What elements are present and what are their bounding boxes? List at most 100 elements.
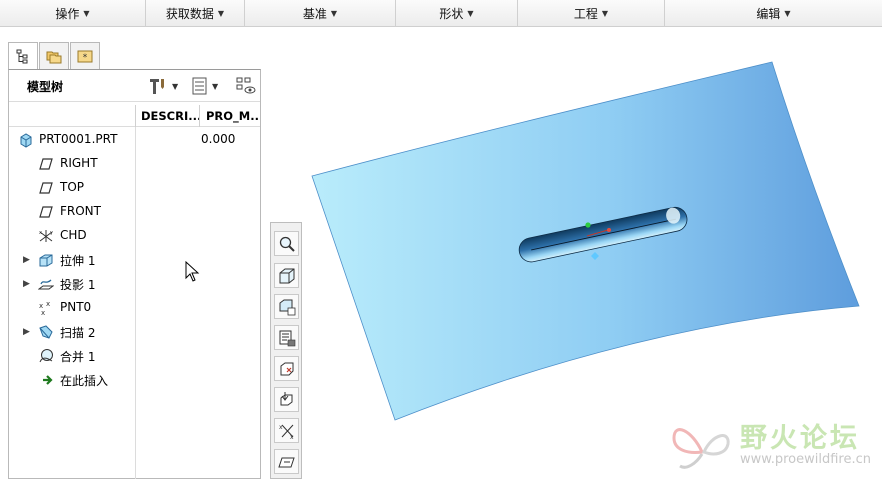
datum-axis-display-icon xyxy=(280,391,292,405)
navigator-tabs: * xyxy=(8,42,101,70)
saved-views-icon xyxy=(279,299,295,315)
tree-item-part[interactable]: PRT0001.PRT 0.000 xyxy=(9,128,260,152)
projected-curve-icon xyxy=(38,279,54,290)
tree-item-extrude[interactable]: ▶ 拉伸 1 xyxy=(9,248,260,272)
folder-browser-icon xyxy=(46,51,62,64)
tree-item-label: PRT0001.PRT xyxy=(39,132,118,146)
display-style-button[interactable] xyxy=(274,263,299,288)
tree-settings-button[interactable]: ▼ xyxy=(147,76,178,96)
view-toolbar: x x xyxy=(270,222,302,479)
part-icon xyxy=(20,133,32,148)
ribbon-group-label: 编辑 xyxy=(756,7,781,21)
ribbon-group-label: 基准 xyxy=(302,7,327,21)
svg-text:x: x xyxy=(46,300,50,308)
datum-plane-icon xyxy=(39,158,53,170)
chevron-down-icon: ▼ xyxy=(212,81,219,91)
extrude-icon xyxy=(39,254,53,267)
point-display-icon: x x xyxy=(279,424,294,440)
datum-plane-display-icon xyxy=(280,362,293,375)
chevron-down-icon: ▼ xyxy=(330,9,338,18)
ribbon-group-operations[interactable]: 操作 ▼ xyxy=(0,0,146,27)
expand-arrow-icon[interactable]: ▶ xyxy=(23,279,31,289)
show-list-icon xyxy=(192,77,207,95)
ribbon-group-editing[interactable]: 编辑 ▼ xyxy=(665,0,882,27)
tree-show-button[interactable]: ▼ xyxy=(191,76,218,96)
ribbon-group-bar: 操作 ▼ 获取数据 ▼ 基准 ▼ 形状 ▼ 工程 ▼ 编辑 ▼ xyxy=(0,0,882,27)
tree-item-right[interactable]: RIGHT xyxy=(9,152,260,176)
tree-item-projected[interactable]: ▶ 投影 1 xyxy=(9,272,260,296)
watermark-logo: 野火论坛 www.proewildfire.cn xyxy=(668,410,882,479)
favorites-icon: * xyxy=(77,50,93,63)
datum-point-icon: x x x xyxy=(39,300,50,316)
panel-title: 模型树 xyxy=(27,80,64,94)
datum-point-marker xyxy=(585,222,591,228)
saved-views-button[interactable] xyxy=(274,294,299,319)
sweep-icon xyxy=(39,325,53,339)
tab-favorites[interactable]: * xyxy=(70,42,100,69)
display-style-icon xyxy=(279,268,294,283)
csys-icon: x y xyxy=(39,230,53,242)
datum-plane-icon xyxy=(39,182,53,194)
tree-item-top[interactable]: TOP xyxy=(9,176,260,200)
tree-column-header: DESCRI... PRO_M... xyxy=(9,105,260,127)
watermark-title: 野火论坛 xyxy=(740,423,860,454)
svg-text:x: x xyxy=(290,434,294,440)
ribbon-group-shapes[interactable]: 形状 ▼ xyxy=(396,0,518,27)
view-manager-button[interactable] xyxy=(274,325,299,350)
datum-point-marker xyxy=(607,228,611,232)
insert-here-arrow-icon xyxy=(43,375,53,385)
tree-item-label: PNT0 xyxy=(60,300,92,314)
csys-display-button[interactable] xyxy=(274,449,299,474)
datum-plane-display-button[interactable] xyxy=(274,356,299,381)
tree-item-label: RIGHT xyxy=(60,156,98,170)
chevron-down-icon: ▼ xyxy=(83,9,90,18)
svg-text:x: x xyxy=(41,309,45,316)
watermark-url: www.proewildfire.cn xyxy=(740,452,871,467)
model-tree-panel: 模型树 ▼ ▼ DESCRI... PRO_M... PRT0001.PRT 0… xyxy=(8,69,261,479)
zoom-button[interactable] xyxy=(274,231,299,256)
tree-item-label: 合并 1 xyxy=(60,350,96,364)
tree-item-insert-here[interactable]: 在此插入 xyxy=(9,368,260,392)
svg-text:*: * xyxy=(83,53,88,63)
point-display-button[interactable]: x x xyxy=(274,418,299,443)
csys-display-icon xyxy=(277,457,295,467)
column-description[interactable]: DESCRI... xyxy=(135,105,199,127)
ribbon-group-label: 获取数据 xyxy=(165,7,214,21)
expand-arrow-icon[interactable]: ▶ xyxy=(23,327,31,337)
datum-axis-display-button[interactable] xyxy=(274,387,299,412)
tab-model-tree[interactable] xyxy=(8,42,38,70)
tree-item-label: FRONT xyxy=(60,204,101,218)
tree-item-label: CHD xyxy=(60,228,87,242)
chevron-down-icon: ▼ xyxy=(217,9,225,18)
tree-item-label: 拉伸 1 xyxy=(60,254,96,268)
tree-item-merge[interactable]: 合并 1 xyxy=(9,344,260,368)
chevron-down-icon: ▼ xyxy=(601,9,609,18)
expand-arrow-icon[interactable]: ▶ xyxy=(23,255,31,265)
tab-folder-browser[interactable] xyxy=(39,42,69,69)
tree-filter-button[interactable] xyxy=(235,76,257,96)
tree-item-label: TOP xyxy=(60,180,85,194)
ribbon-group-get-data[interactable]: 获取数据 ▼ xyxy=(146,0,245,27)
svg-text:y: y xyxy=(50,230,53,236)
tree-item-value: 0.000 xyxy=(201,132,236,146)
butterfly-logo-icon xyxy=(672,428,730,469)
mouse-cursor-icon xyxy=(185,261,200,282)
tree-item-front[interactable]: FRONT xyxy=(9,200,260,224)
tree-filter-icon xyxy=(236,77,256,94)
model-tree-icon xyxy=(16,49,28,63)
svg-text:x: x xyxy=(279,424,283,431)
tree-item-sweep[interactable]: ▶ 扫描 2 xyxy=(9,320,260,344)
ribbon-group-datum[interactable]: 基准 ▼ xyxy=(245,0,396,27)
zoom-icon xyxy=(279,236,295,252)
merge-icon xyxy=(39,349,53,363)
column-pro-mp[interactable]: PRO_M... xyxy=(199,105,260,127)
tree-item-pnt0[interactable]: x x x PNT0 xyxy=(9,296,260,320)
chevron-down-icon: ▼ xyxy=(172,81,179,91)
datum-plane-icon xyxy=(39,206,53,218)
svg-text:x: x xyxy=(39,230,42,236)
model-tree-header: 模型树 ▼ ▼ xyxy=(9,70,260,102)
tree-item-chd[interactable]: x y CHD xyxy=(9,224,260,248)
ribbon-group-label: 操作 xyxy=(55,7,80,21)
ribbon-group-engineering[interactable]: 工程 ▼ xyxy=(518,0,665,27)
view-manager-icon xyxy=(279,330,295,346)
